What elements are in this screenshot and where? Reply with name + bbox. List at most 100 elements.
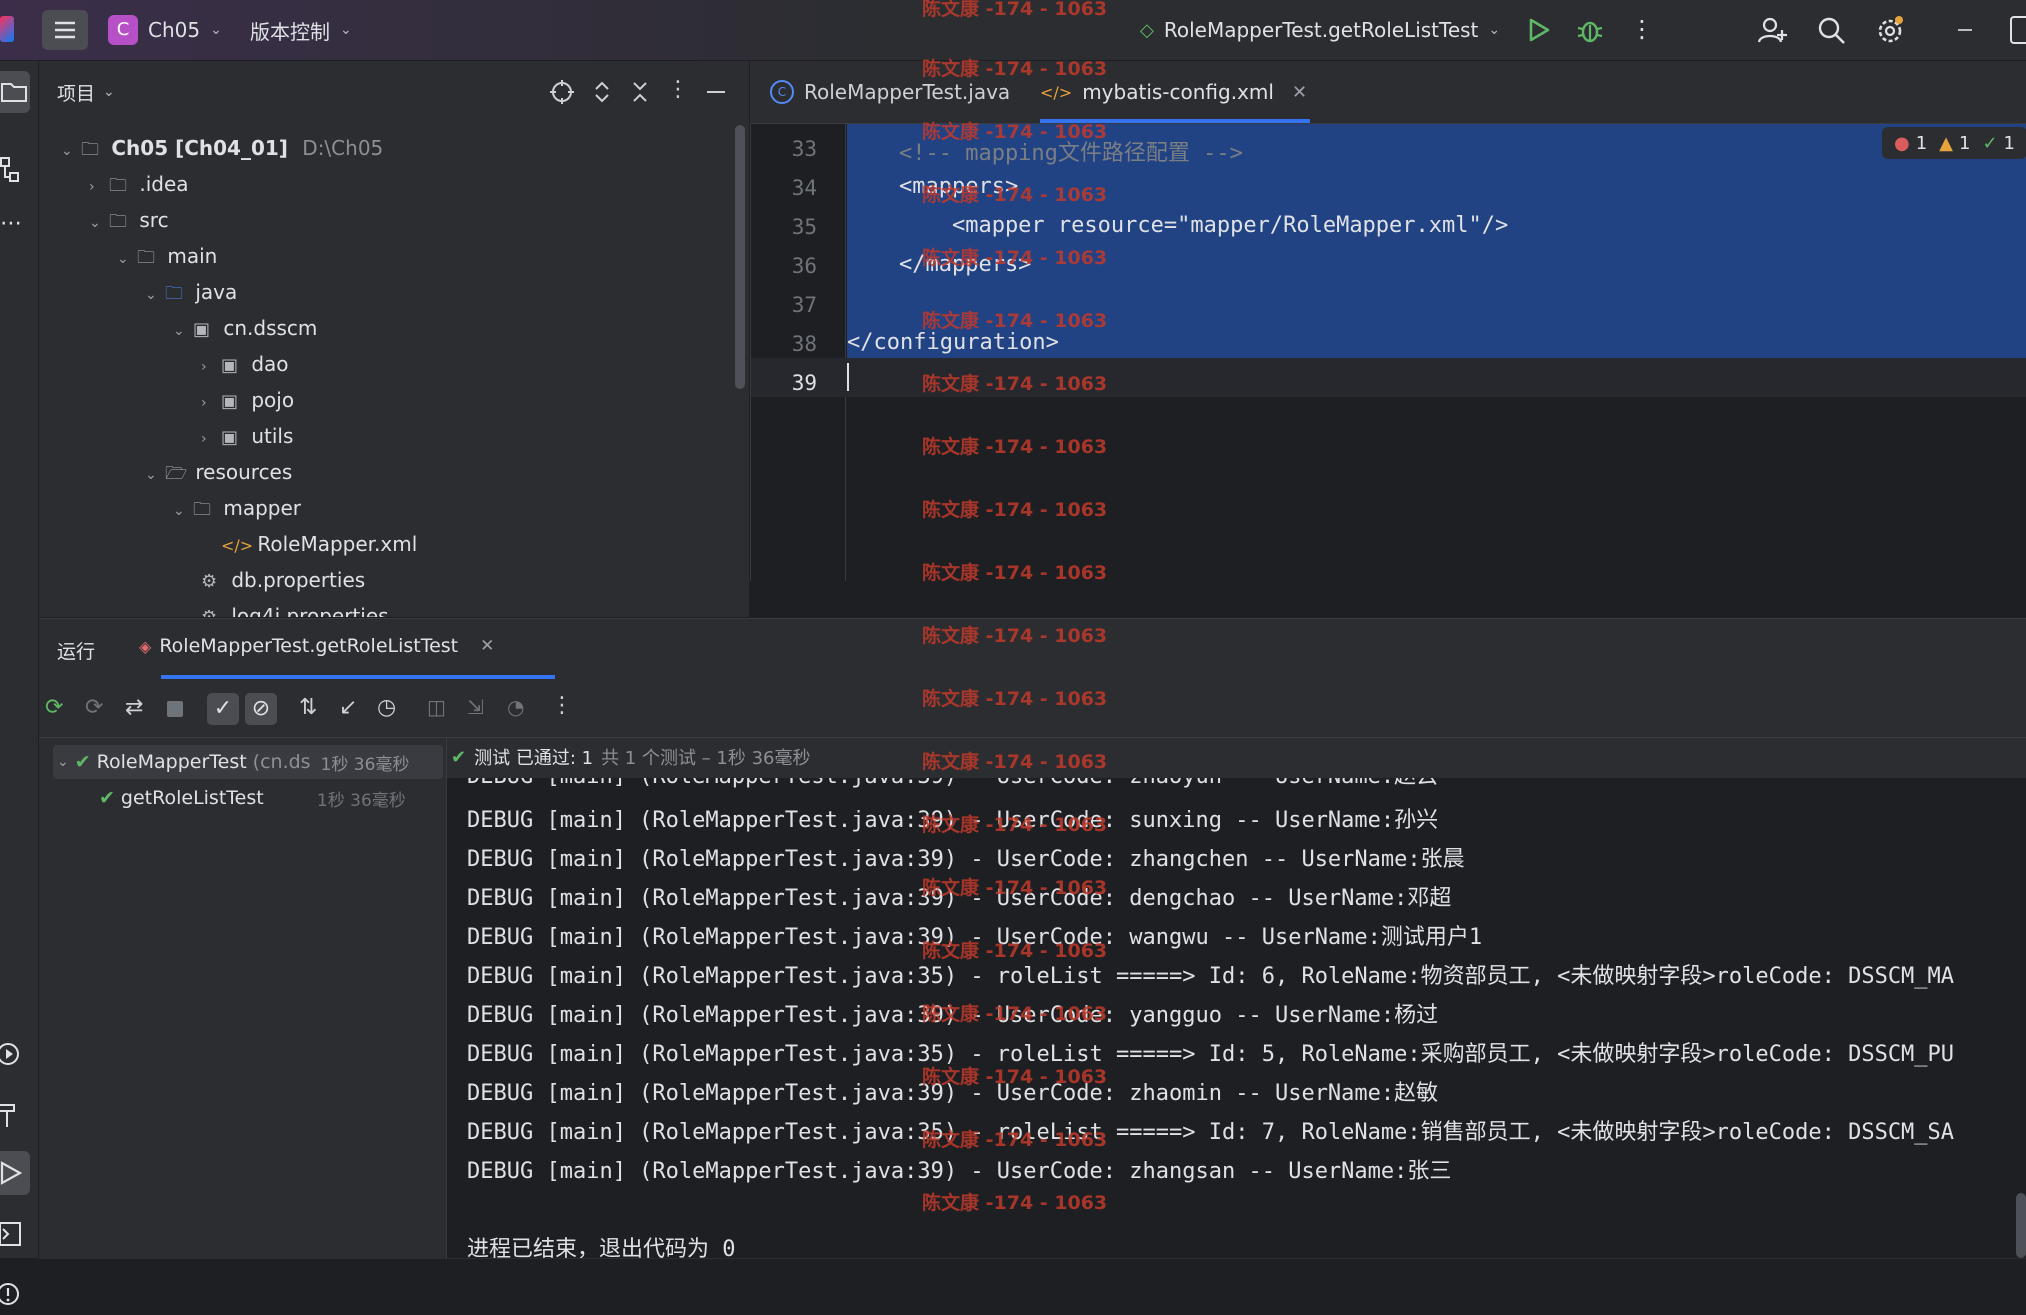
watermark: 陈文康 -174 - 1063 bbox=[922, 688, 1108, 710]
collapse-all-button[interactable] bbox=[627, 79, 653, 105]
run-config-name: RoleMapperTest.getRoleListTest bbox=[1163, 18, 1479, 42]
add-user-icon bbox=[1757, 17, 1787, 43]
hide-panel-button[interactable] bbox=[703, 79, 729, 105]
tree-item-mapper[interactable]: ⌄ 🗀 mapper bbox=[173, 491, 301, 525]
history-icon[interactable]: ◷ bbox=[377, 695, 396, 720]
coverage-icon[interactable]: ◔ bbox=[507, 695, 524, 719]
tree-item-pojo[interactable]: › ▣ pojo bbox=[201, 383, 294, 417]
test-status-text: 测试 已通过: 1 bbox=[474, 748, 594, 769]
project-panel: 项目 ⌄ ⋮ ⌄ 🗀 Ch05 [Ch04_01] D:\Ch05 › 🗀 .ide… bbox=[39, 61, 749, 617]
inspection-widget[interactable]: ● 1 ▲ 1 ✓ 1 bbox=[1881, 127, 2026, 159]
chevron-down-icon: ⌄ bbox=[1488, 22, 1501, 38]
tree-item-package[interactable]: ⌄ ▣ cn.dsscm bbox=[173, 311, 317, 345]
import-icon[interactable]: ↙ bbox=[339, 695, 357, 720]
properties-file-icon: ⚙ bbox=[201, 601, 225, 617]
tree-item-src[interactable]: ⌄ 🗀 src bbox=[89, 203, 169, 237]
stop-icon[interactable] bbox=[167, 701, 183, 717]
project-panel-header[interactable]: 项目 ⌄ bbox=[57, 77, 115, 107]
settings-button[interactable] bbox=[1874, 14, 1906, 46]
console-output[interactable]: DEBUG [main] (RoleMapperTest.java:39) - … bbox=[447, 778, 2026, 1258]
minimize-button[interactable] bbox=[1950, 14, 1980, 46]
locate-file-button[interactable] bbox=[549, 79, 575, 105]
debug-button[interactable] bbox=[1574, 14, 1606, 46]
vcs-selector[interactable]: 版本控制 ⌄ bbox=[250, 14, 352, 46]
console-line-partial: DEBUG [main] (RoleMapperTest.java:39) - … bbox=[467, 778, 1438, 790]
test-case-row[interactable]: ✔ getRoleListTest 1秒 36毫秒 bbox=[99, 781, 443, 815]
watermark: 陈文康 -174 - 1063 bbox=[922, 1066, 1108, 1088]
project-tool-button[interactable] bbox=[0, 71, 30, 113]
check-icon: ✔ bbox=[74, 751, 91, 773]
test-suite-row[interactable]: ⌄ ✔ RoleMapperTest (cn.ds 1秒 36毫秒 bbox=[53, 745, 443, 779]
crosshair-icon bbox=[550, 80, 574, 104]
tree-item-idea[interactable]: › 🗀 .idea bbox=[89, 167, 189, 201]
chevron-down-icon: ⌄ bbox=[61, 143, 73, 159]
tree-item-dao[interactable]: › ▣ dao bbox=[201, 347, 289, 381]
chevron-down-icon: ⌄ bbox=[173, 323, 185, 339]
export-icon[interactable]: ⇲ bbox=[467, 695, 484, 719]
build-tool-button[interactable] bbox=[0, 1097, 30, 1131]
rerun-failed-icon[interactable]: ⟳ bbox=[85, 695, 103, 720]
run-tool-button[interactable] bbox=[0, 1151, 30, 1195]
check-icon: ✔ bbox=[451, 746, 467, 768]
tree-item-log4j-properties[interactable]: ⚙ log4j.properties bbox=[201, 599, 389, 617]
tree-item-rolemapper-xml[interactable]: </> RoleMapper.xml bbox=[221, 527, 417, 561]
error-count: 1 bbox=[1915, 132, 1928, 154]
more-actions-icon[interactable]: ⋮ bbox=[551, 693, 573, 718]
project-name: Ch05 bbox=[148, 18, 201, 42]
run-button[interactable] bbox=[1522, 14, 1554, 46]
project-badge: C bbox=[108, 15, 138, 45]
watermark: 陈文康 -174 - 1063 bbox=[922, 1003, 1108, 1025]
left-tool-strip: ⋯ bbox=[0, 61, 39, 1305]
main-menu-button[interactable] bbox=[42, 10, 88, 50]
search-button[interactable] bbox=[1815, 14, 1847, 46]
console-scrollbar[interactable] bbox=[2016, 1193, 2026, 1258]
test-config-icon: ◇ bbox=[1140, 19, 1154, 41]
tab-test-run[interactable]: ◈ RoleMapperTest.getRoleListTest ✕ bbox=[139, 619, 555, 679]
rerun-icon[interactable]: ⟳ bbox=[45, 695, 63, 720]
watermark: 陈文康 -174 - 1063 bbox=[922, 751, 1108, 773]
warning-count: 1 bbox=[1959, 132, 1971, 154]
console-lines: DEBUG [main] (RoleMapperTest.java:39) - … bbox=[447, 778, 2026, 1258]
hamburger-icon bbox=[55, 21, 75, 39]
tree-item-resources[interactable]: ⌄ 🗁 resources bbox=[145, 455, 292, 489]
watermark: 陈文康 -174 - 1063 bbox=[922, 247, 1108, 269]
close-icon[interactable]: ✕ bbox=[1292, 82, 1307, 103]
chevron-down-icon: ⌄ bbox=[210, 22, 222, 38]
more-actions-button[interactable]: ⋮ bbox=[1630, 14, 1654, 46]
tree-item-java[interactable]: ⌄ 🗀 java bbox=[145, 275, 237, 309]
line-number: 33 bbox=[791, 137, 817, 161]
watermark: 陈文康 -174 - 1063 bbox=[922, 121, 1108, 143]
tree-item-label: main bbox=[167, 244, 218, 268]
more-tools-button[interactable]: ⋯ bbox=[0, 207, 30, 241]
show-passed-toggle[interactable]: ✓ bbox=[207, 693, 239, 725]
tree-item-db-properties[interactable]: ⚙ db.properties bbox=[201, 563, 365, 597]
toggle-auto-test-icon[interactable]: ⇄ bbox=[125, 695, 143, 720]
show-ignored-toggle[interactable]: ⊘ bbox=[245, 693, 277, 725]
xml-file-icon: </> bbox=[1040, 82, 1073, 102]
terminal-tool-button[interactable] bbox=[0, 1217, 30, 1251]
tree-item-main[interactable]: ⌄ 🗀 main bbox=[117, 239, 217, 273]
project-selector[interactable]: C Ch05 ⌄ bbox=[108, 14, 222, 46]
test-status-detail: 共 1 个测试 – 1秒 36毫秒 bbox=[601, 748, 811, 769]
services-tool-button[interactable] bbox=[0, 1037, 30, 1071]
tree-item-root[interactable]: ⌄ 🗀 Ch05 [Ch04_01] D:\Ch05 bbox=[61, 131, 383, 165]
maximize-button[interactable] bbox=[2010, 16, 2026, 44]
close-icon[interactable]: ✕ bbox=[480, 636, 494, 656]
problems-tool-button[interactable] bbox=[0, 1277, 30, 1311]
add-user-button[interactable] bbox=[1756, 14, 1788, 46]
tree-item-label: mapper bbox=[223, 496, 302, 520]
run-config-selector[interactable]: ◇ RoleMapperTest.getRoleListTest ⌄ bbox=[1140, 14, 1500, 46]
sort-icon[interactable]: ⇅ bbox=[299, 695, 317, 720]
line-number: 34 bbox=[791, 176, 817, 200]
tab-run[interactable]: 运行 bbox=[57, 637, 95, 664]
tree-item-utils[interactable]: › ▣ utils bbox=[201, 419, 293, 453]
search-icon bbox=[1818, 17, 1845, 44]
panel-options-button[interactable]: ⋮ bbox=[667, 77, 689, 107]
watermark: 陈文康 -174 - 1063 bbox=[922, 814, 1108, 836]
structure-tool-button[interactable] bbox=[0, 153, 30, 187]
expand-all-button[interactable] bbox=[589, 79, 615, 105]
folder-icon: 🗀 bbox=[109, 211, 127, 232]
chevron-down-icon: ⌄ bbox=[145, 467, 157, 483]
screenshot-icon[interactable]: ◫ bbox=[427, 695, 446, 719]
tree-scrollbar[interactable] bbox=[735, 125, 745, 389]
